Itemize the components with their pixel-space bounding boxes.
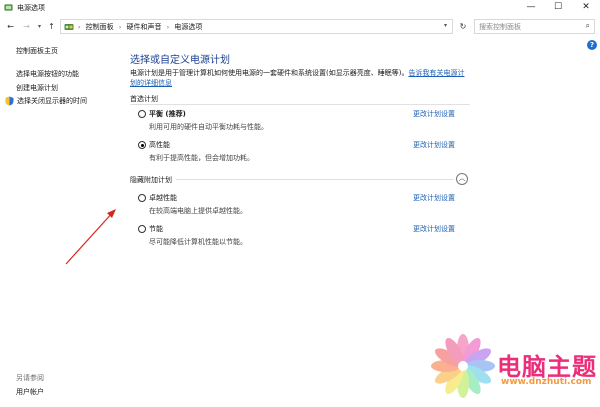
watermark-url: www.dnzhuti.com bbox=[501, 377, 592, 387]
plan-name: 节能 bbox=[149, 225, 163, 233]
section-divider bbox=[130, 104, 470, 105]
control-panel-icon bbox=[64, 24, 74, 30]
plan-radio[interactable] bbox=[138, 110, 146, 118]
page-description: 电源计划是用于管理计算机如何使用电源的一套硬件和系统设置(如显示器亮度、睡眠等)… bbox=[130, 68, 470, 88]
plan-radio[interactable] bbox=[138, 225, 146, 233]
breadcrumb-chevron-icon: › bbox=[78, 24, 81, 31]
breadcrumb-control-panel[interactable]: 控制面板 bbox=[86, 23, 114, 31]
plan-name: 平衡 (推荐) bbox=[149, 110, 186, 118]
search-icon[interactable]: ⌕ bbox=[586, 21, 590, 31]
description-text: 电源计划是用于管理计算机如何使用电源的一套硬件和系统设置(如显示器亮度、睡眠等)… bbox=[130, 69, 409, 77]
address-dropdown-icon[interactable]: ▾ bbox=[444, 22, 447, 29]
hidden-plans-header[interactable]: 隐藏附加计划 bbox=[130, 175, 172, 185]
maximize-button[interactable]: ☐ bbox=[547, 0, 569, 16]
section-divider bbox=[176, 179, 454, 180]
preferred-plans-header: 首选计划 bbox=[130, 95, 158, 103]
change-plan-settings-link[interactable]: 更改计划设置 bbox=[413, 193, 455, 203]
plan-name: 卓越性能 bbox=[149, 194, 177, 202]
change-plan-settings-link[interactable]: 更改计划设置 bbox=[413, 224, 455, 234]
plan-description: 有利于提高性能，但会增加功耗。 bbox=[149, 154, 254, 162]
watermark-flower-logo bbox=[431, 334, 495, 398]
user-accounts-link[interactable]: 用户帐户 bbox=[16, 387, 44, 397]
sidebar-item-power-button[interactable]: 选择电源按钮的功能 bbox=[16, 69, 79, 79]
see-also-label: 另请参阅 bbox=[16, 374, 44, 382]
search-placeholder: 搜索控制面板 bbox=[479, 23, 521, 31]
forward-arrow-icon[interactable]: → bbox=[21, 20, 32, 33]
plan-radio-selected[interactable] bbox=[138, 141, 146, 149]
change-plan-settings-link[interactable]: 更改计划设置 bbox=[413, 140, 455, 150]
sidebar-item-create-plan[interactable]: 创建电源计划 bbox=[16, 83, 58, 93]
title-bar: 电源选项 — ☐ ✕ bbox=[0, 0, 600, 16]
sidebar-control-panel-home[interactable]: 控制面板主页 bbox=[16, 46, 58, 56]
plan-description: 在较高端电脑上提供卓越性能。 bbox=[149, 207, 247, 215]
annotation-arrow-icon bbox=[65, 209, 116, 265]
recent-locations-chevron-icon[interactable]: ▾ bbox=[34, 20, 45, 33]
plan-description: 尽可能降低计算机性能以节能。 bbox=[149, 238, 247, 246]
refresh-icon[interactable]: ↻ bbox=[457, 19, 469, 34]
plan-radio[interactable] bbox=[138, 194, 146, 202]
plan-description: 利用可用的硬件自动平衡功耗与性能。 bbox=[149, 123, 268, 131]
breadcrumb-chevron-icon: › bbox=[118, 24, 122, 31]
collapse-chevron-icon[interactable]: ︿ bbox=[456, 173, 468, 185]
breadcrumb-power-options[interactable]: 电源选项 bbox=[174, 23, 202, 31]
back-arrow-icon[interactable]: ← bbox=[5, 20, 16, 33]
search-input[interactable]: 搜索控制面板 ⌕ bbox=[474, 19, 595, 34]
plan-name: 高性能 bbox=[149, 141, 170, 149]
power-options-icon bbox=[4, 4, 13, 11]
sidebar-item-display-off[interactable]: 选择关闭显示器的时间 bbox=[17, 96, 87, 106]
breadcrumb-chevron-icon: › bbox=[166, 24, 170, 31]
shield-icon bbox=[5, 96, 14, 106]
page-title: 选择或自定义电源计划 bbox=[130, 55, 230, 66]
help-icon[interactable]: ? bbox=[587, 40, 597, 50]
breadcrumb-hardware-sound[interactable]: 硬件和声音 bbox=[127, 23, 162, 31]
window-title: 电源选项 bbox=[17, 4, 45, 12]
change-plan-settings-link[interactable]: 更改计划设置 bbox=[413, 109, 455, 119]
up-arrow-icon[interactable]: ↑ bbox=[46, 20, 57, 33]
minimize-button[interactable]: — bbox=[520, 0, 542, 16]
breadcrumb: › 控制面板 › 硬件和声音 › 电源选项 bbox=[78, 22, 205, 32]
close-button[interactable]: ✕ bbox=[575, 0, 597, 16]
address-field[interactable]: › 控制面板 › 硬件和声音 › 电源选项 ▾ bbox=[60, 19, 453, 34]
address-bar: ← → ▾ ↑ › 控制面板 › 硬件和声音 › 电源选项 ▾ ↻ 搜索控制面板… bbox=[0, 16, 600, 37]
